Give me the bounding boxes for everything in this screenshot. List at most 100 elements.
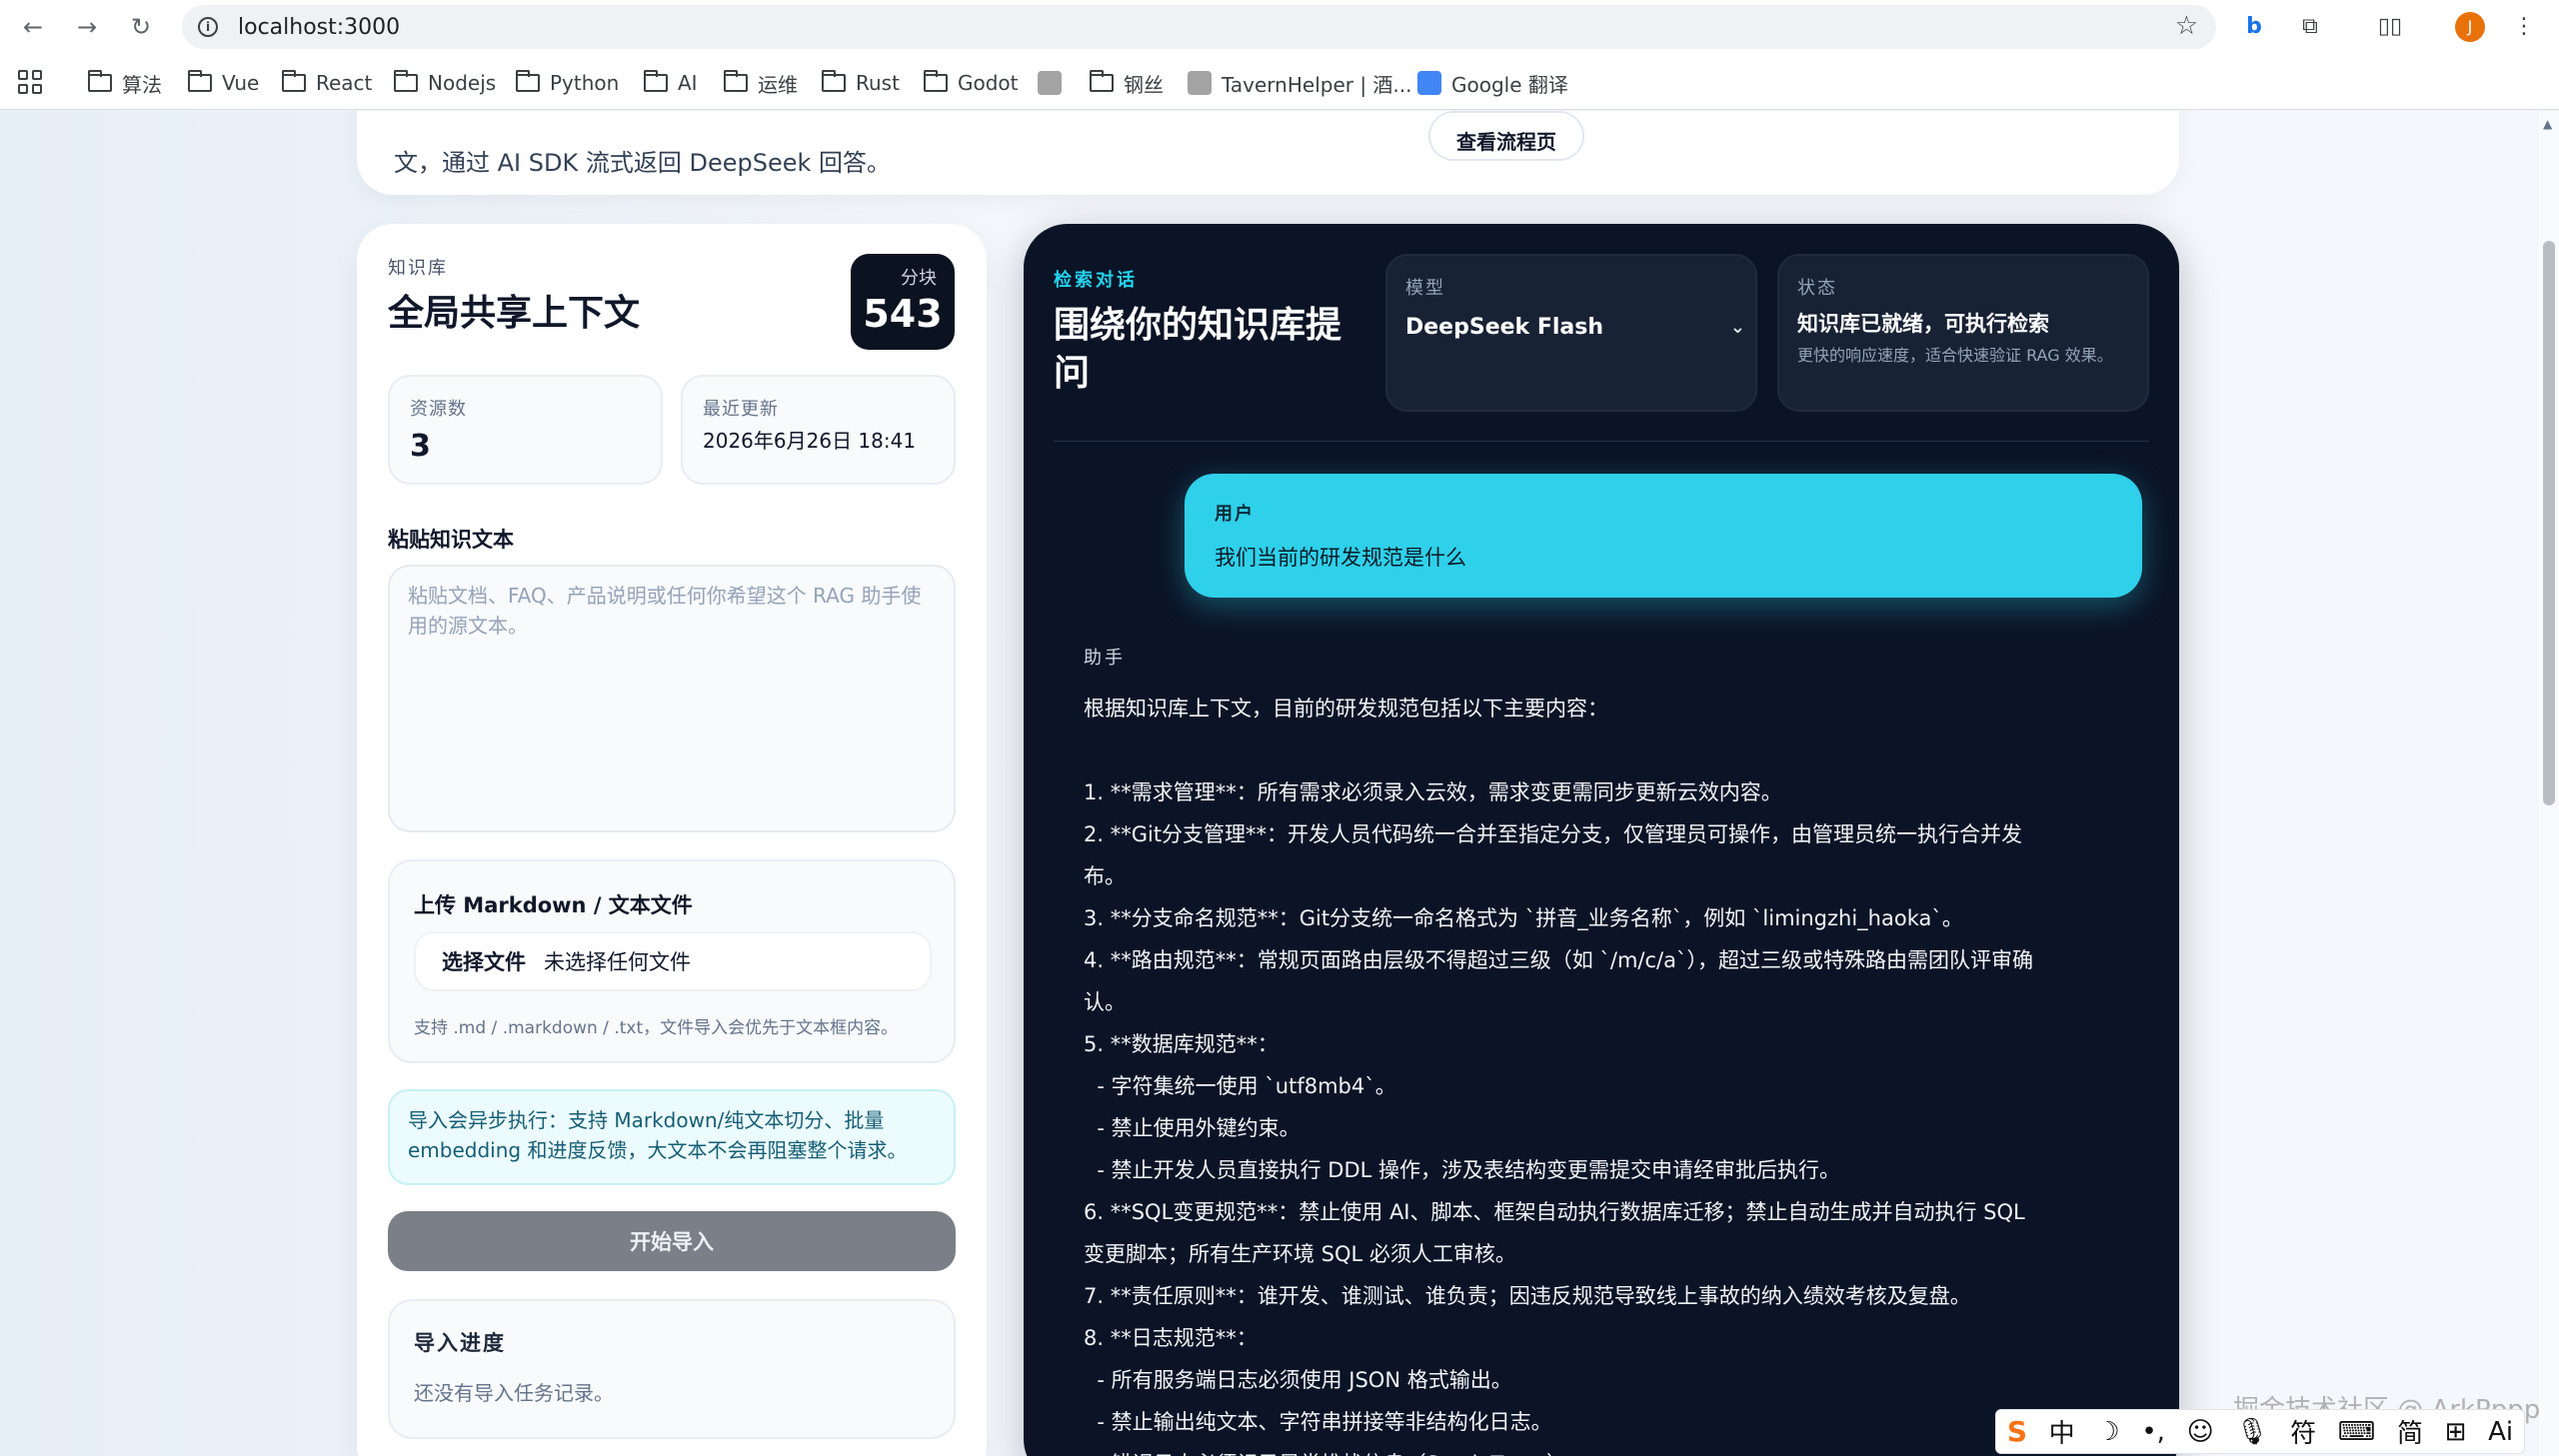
upload-hint: 支持 .md / .markdown / .txt，文件导入会优先于文本框内容。 xyxy=(414,1018,899,1038)
assistant-line xyxy=(1084,729,2043,771)
resource-count-card: 资源数 3 xyxy=(388,375,663,485)
progress-empty-text: 还没有导入任务记录。 xyxy=(414,1381,614,1405)
user-message-bubble: 用户 我们当前的研发规范是什么 xyxy=(1185,474,2142,598)
assistant-line: - 错误日志必须记录异常堆栈信息（Stack Trace） xyxy=(1084,1443,2043,1456)
bookmark-label: AI xyxy=(678,71,698,95)
bookmark-item[interactable]: 钢丝 xyxy=(1090,68,1164,98)
status-sub-text: 更快的响应速度，适合快速验证 RAG 效果。 xyxy=(1797,346,2113,365)
scroll-up-icon[interactable]: ▲ xyxy=(2543,117,2552,131)
model-select[interactable]: DeepSeek Flash ⌄ xyxy=(1405,306,1745,348)
bookmark-item[interactable]: AI xyxy=(644,68,698,98)
bookmark-label: Vue xyxy=(222,71,260,95)
page-viewport: 文，通过 AI SDK 流式返回 DeepSeek 回答。 查看流程页 知识库 … xyxy=(0,111,2539,1456)
folder-icon xyxy=(644,70,668,92)
bookmark-label: 钢丝 xyxy=(1124,72,1164,97)
assistant-line: 根据知识库上下文，目前的研发规范包括以下主要内容： xyxy=(1084,697,1608,721)
favicon-icon xyxy=(1188,71,1212,95)
chinese-mode-icon[interactable]: 中 xyxy=(2049,1413,2075,1450)
model-label: 模型 xyxy=(1405,278,1445,299)
bookmark-item[interactable]: Python xyxy=(516,68,619,98)
bookmark-item[interactable]: Godot xyxy=(924,68,1019,98)
assistant-message-body: 根据知识库上下文，目前的研发规范包括以下主要内容： 1. **需求管理**：所有需… xyxy=(1084,688,2043,1456)
user-role-label: 用户 xyxy=(1215,504,1255,525)
start-import-button[interactable]: 开始导入 xyxy=(388,1211,956,1271)
knowledge-title: 全局共享上下文 xyxy=(388,293,641,334)
assistant-line: 7. **责任原则**：谁开发、谁测试、谁负责；因违反规范导致线上事故的纳入绩效… xyxy=(1084,1284,1971,1308)
bookmark-item[interactable]: Nodejs xyxy=(394,68,496,98)
reload-icon[interactable]: ↻ xyxy=(126,12,156,42)
ime-toolbar: S 中 ☽ •, ☺ 🎙 符 ⌨ 简 ⊞ Ai xyxy=(1995,1409,2525,1454)
bookmark-item[interactable] xyxy=(1038,68,1062,98)
chunk-label: 分块 xyxy=(901,268,937,289)
ai-icon[interactable]: Ai xyxy=(2488,1417,2513,1447)
simplified-icon[interactable]: 简 xyxy=(2397,1413,2423,1450)
assistant-line: - 所有服务端日志必须使用 JSON 格式输出。 xyxy=(1084,1368,1512,1392)
page-scrollbar[interactable]: ▲ xyxy=(2539,111,2559,1456)
bookmark-label: Google 翻译 xyxy=(1451,72,1568,97)
sogou-logo-icon[interactable]: S xyxy=(2007,1415,2027,1448)
favicon-icon xyxy=(1038,71,1062,95)
scrollbar-thumb[interactable] xyxy=(2543,241,2555,805)
folder-icon xyxy=(924,70,948,92)
folder-icon xyxy=(88,70,112,92)
forward-icon[interactable]: → xyxy=(72,12,102,42)
file-picker[interactable]: 选择文件 未选择任何文件 xyxy=(414,931,932,991)
punctuation-icon[interactable]: •, xyxy=(2141,1417,2165,1447)
bookmarks-bar: 算法 Vue React Nodejs Python AI 运维 Rust Godot 钢丝 Tav… xyxy=(0,54,2559,110)
last-updated-card: 最近更新 2026年6月26日 18:41 xyxy=(681,375,956,485)
bookmark-item[interactable]: TavernHelper | 酒... xyxy=(1188,68,1412,98)
choose-file-button[interactable]: 选择文件 xyxy=(442,946,526,976)
menu-icon[interactable]: ⋮ xyxy=(2509,12,2539,42)
symbol-icon[interactable]: 符 xyxy=(2290,1413,2316,1450)
status-label: 状态 xyxy=(1797,278,1837,299)
bing-icon[interactable]: b xyxy=(2239,12,2269,42)
last-updated-value: 2026年6月26日 18:41 xyxy=(703,429,917,453)
chat-section-label: 检索对话 xyxy=(1054,270,1138,291)
folder-icon xyxy=(188,70,212,92)
bookmark-label: 运维 xyxy=(758,72,798,97)
folder-icon xyxy=(1090,70,1114,92)
bookmark-item[interactable]: Google 翻译 xyxy=(1417,68,1568,98)
status-main-text: 知识库已就绪，可执行检索 xyxy=(1797,312,2049,336)
divider xyxy=(1054,441,2149,442)
bookmark-item[interactable]: Vue xyxy=(188,68,259,98)
bookmark-label: Python xyxy=(550,71,620,95)
profile-avatar[interactable]: J xyxy=(2455,12,2485,42)
moon-icon[interactable]: ☽ xyxy=(2096,1417,2119,1447)
assistant-line: 6. **SQL变更规范**：禁止使用 AI、脚本、框架自动执行数据库迁移；禁止… xyxy=(1084,1200,2032,1266)
browser-toolbar: ← → ↻ i localhost:3000 ☆ b ⧉ ▯▯ J ⋮ xyxy=(0,0,2559,54)
grid-icon[interactable]: ⊞ xyxy=(2445,1417,2467,1447)
site-info-icon[interactable]: i xyxy=(198,17,218,37)
apps-grid-icon[interactable] xyxy=(18,70,42,94)
folder-icon xyxy=(516,70,540,92)
paste-label: 粘贴知识文本 xyxy=(388,528,514,552)
user-message-text: 我们当前的研发规范是什么 xyxy=(1215,546,1466,570)
extensions-icon[interactable]: ⧉ xyxy=(2295,12,2325,42)
knowledge-panel: 知识库 全局共享上下文 分块 543 资源数 3 最近更新 2026年6月26日… xyxy=(357,224,987,1456)
bookmark-item[interactable]: 算法 xyxy=(88,68,162,98)
bookmark-label: 算法 xyxy=(122,72,162,97)
emoji-icon[interactable]: ☺ xyxy=(2187,1417,2214,1447)
back-icon[interactable]: ← xyxy=(18,12,48,42)
bookmark-item[interactable]: 运维 xyxy=(724,68,798,98)
reading-mode-icon[interactable]: ▯▯ xyxy=(2375,12,2405,42)
bookmark-star-icon[interactable]: ☆ xyxy=(2175,11,2198,41)
knowledge-text-input[interactable] xyxy=(388,565,956,832)
address-bar[interactable]: i localhost:3000 ☆ xyxy=(182,5,2216,49)
bookmark-item[interactable]: Rust xyxy=(822,68,900,98)
assistant-line: - 禁止开发人员直接执行 DDL 操作，涉及表结构变更需提交申请经审批后执行。 xyxy=(1084,1158,1841,1182)
assistant-line: 3. **分支命名规范**：Git分支统一命名格式为 `拼音_业务名称`，例如 … xyxy=(1084,906,1963,930)
chunk-value: 543 xyxy=(863,292,943,336)
chevron-down-icon: ⌄ xyxy=(1729,316,1745,338)
assistant-line: 2. **Git分支管理**：开发人员代码统一合并至指定分支，仅管理员可操作，由… xyxy=(1084,822,2023,888)
import-progress-card: 导入进度 还没有导入任务记录。 xyxy=(388,1299,956,1439)
keyboard-icon[interactable]: ⌨ xyxy=(2338,1417,2376,1447)
upload-title: 上传 Markdown / 文本文件 xyxy=(414,893,693,917)
view-flow-button[interactable]: 查看流程页 xyxy=(1428,111,1584,161)
translate-icon xyxy=(1417,71,1441,95)
url-text[interactable]: localhost:3000 xyxy=(238,15,400,40)
assistant-line: 5. **数据库规范**： xyxy=(1084,1032,1279,1056)
model-card: 模型 DeepSeek Flash ⌄ xyxy=(1385,254,1757,412)
microphone-icon[interactable]: 🎙 xyxy=(2235,1417,2268,1447)
bookmark-item[interactable]: React xyxy=(282,68,372,98)
